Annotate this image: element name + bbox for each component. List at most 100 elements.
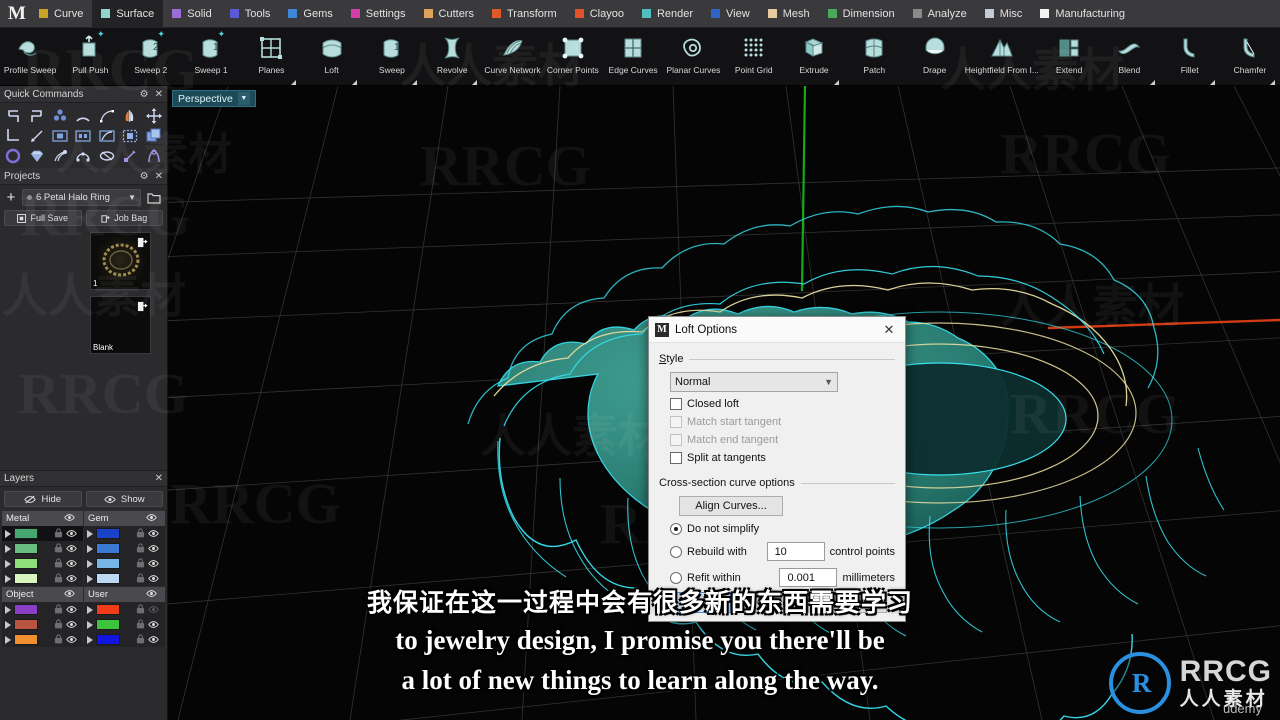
layer-color-swatch[interactable] <box>14 604 38 615</box>
flyout-arrow-icon[interactable] <box>834 80 840 85</box>
expand-arrow-icon[interactable] <box>5 620 11 629</box>
layer-color-swatch[interactable] <box>96 543 120 554</box>
chevron-down-icon[interactable]: ▼ <box>237 92 250 105</box>
numeric-input[interactable]: 0.001 <box>779 568 838 587</box>
ribbon-button-heightfield-from-i[interactable]: Heightfield From I... <box>965 28 1039 86</box>
ribbon-button-corner-points[interactable]: Corner Points <box>543 28 603 86</box>
expand-arrow-icon[interactable] <box>5 574 11 583</box>
dialog-title-bar[interactable]: M Loft Options ✕ <box>649 317 905 343</box>
close-icon[interactable]: ✕ <box>155 89 163 100</box>
lock-icon[interactable] <box>129 588 138 601</box>
radio-rebuild-with[interactable]: Rebuild with 10 control points <box>670 542 895 561</box>
menu-tab-curve[interactable]: Curve <box>30 0 92 28</box>
move-icon[interactable] <box>143 106 165 125</box>
shank-icon[interactable] <box>143 146 165 165</box>
lock-icon[interactable] <box>47 588 56 601</box>
flyout-arrow-icon[interactable] <box>351 80 357 85</box>
gem-icon[interactable] <box>25 146 47 165</box>
job-bag-button[interactable]: Job Bag <box>85 210 163 226</box>
eye-icon[interactable] <box>66 631 77 649</box>
menu-tab-mesh[interactable]: Mesh <box>759 0 819 28</box>
layer-row[interactable] <box>2 632 83 647</box>
layer-row[interactable] <box>84 632 165 647</box>
checkbox-split-at-tangents[interactable]: Split at tangents <box>670 452 895 464</box>
array-gem-icon[interactable] <box>72 126 94 145</box>
ribbon-button-revolve[interactable]: Revolve <box>422 28 482 86</box>
menu-tab-dimension[interactable]: Dimension <box>819 0 904 28</box>
ribbon-button-profile-sweep[interactable]: Profile Sweep <box>0 28 60 86</box>
expand-arrow-icon[interactable] <box>87 635 93 644</box>
radio-do-not-simplify[interactable]: Do not simplify <box>670 523 895 535</box>
ribbon-button-sweep[interactable]: 1 Sweep <box>362 28 422 86</box>
bezel-icon[interactable] <box>96 146 118 165</box>
ribbon-button-drape[interactable]: Drape <box>904 28 964 86</box>
loft-options-dialog[interactable]: M Loft Options ✕ Style Normal ▼ Closed l… <box>648 316 906 622</box>
layer-color-swatch[interactable] <box>96 619 120 630</box>
sparkle-icon[interactable] <box>119 146 141 165</box>
menu-tab-tools[interactable]: Tools <box>221 0 280 28</box>
cancel-button[interactable]: Cancel <box>739 592 809 613</box>
array-linear-icon[interactable] <box>49 126 71 145</box>
layer-color-swatch[interactable] <box>14 528 38 539</box>
eye-icon[interactable] <box>148 631 159 649</box>
ribbon-button-blend[interactable]: Blend <box>1099 28 1159 86</box>
eye-icon[interactable] <box>146 513 157 525</box>
menu-tab-solid[interactable]: Solid <box>163 0 220 28</box>
ribbon-button-point-grid[interactable]: Point Grid <box>724 28 784 86</box>
radio-refit-within[interactable]: Refit within 0.001 millimeters <box>670 568 895 587</box>
list-item[interactable]: 1 <box>90 232 151 290</box>
close-icon[interactable]: ✕ <box>155 171 163 182</box>
flyout-arrow-icon[interactable] <box>1209 80 1215 85</box>
ring-icon[interactable] <box>2 146 24 165</box>
ribbon-button-planes[interactable]: Planes <box>241 28 301 86</box>
flyout-arrow-icon[interactable] <box>472 80 478 85</box>
project-dropdown[interactable]: 6 Petal Halo Ring ▼ <box>22 189 141 206</box>
menu-tab-view[interactable]: View <box>702 0 759 28</box>
eye-icon[interactable] <box>148 570 159 588</box>
expand-arrow-icon[interactable] <box>5 544 11 553</box>
menu-tab-manufacturing[interactable]: Manufacturing <box>1031 0 1134 28</box>
layer-color-swatch[interactable] <box>14 634 38 645</box>
lock-icon[interactable] <box>54 570 63 588</box>
redo-icon[interactable] <box>25 106 47 125</box>
layer-color-swatch[interactable] <box>96 558 120 569</box>
lock-icon[interactable] <box>136 631 145 649</box>
flyout-arrow-icon[interactable] <box>291 80 297 85</box>
close-icon[interactable]: ✕ <box>155 473 163 484</box>
layer-color-swatch[interactable] <box>14 543 38 554</box>
checkbox-box[interactable] <box>670 398 682 410</box>
show-button[interactable]: Show <box>85 491 163 507</box>
close-icon[interactable]: ✕ <box>879 322 899 338</box>
undo-icon[interactable] <box>2 106 24 125</box>
menu-tab-cutters[interactable]: Cutters <box>415 0 483 28</box>
layer-color-swatch[interactable] <box>14 619 38 630</box>
corner-icon[interactable] <box>2 126 24 145</box>
gear-icon[interactable]: ⚙ <box>140 89 149 100</box>
eye-icon[interactable] <box>146 589 157 601</box>
flow-icon[interactable] <box>96 126 118 145</box>
menu-tab-gems[interactable]: Gems <box>279 0 341 28</box>
radio-button[interactable] <box>670 545 682 558</box>
prong-icon[interactable] <box>49 146 71 165</box>
menu-tab-surface[interactable]: Surface <box>92 0 164 28</box>
ribbon-button-fillet[interactable]: Fillet <box>1160 28 1220 86</box>
radio-button[interactable] <box>670 571 682 584</box>
menu-tab-misc[interactable]: Misc <box>976 0 1032 28</box>
mirror-icon[interactable] <box>119 106 141 125</box>
lock-icon[interactable] <box>136 570 145 588</box>
ribbon-button-sweep-2[interactable]: 2 Sweep 2 ✦ <box>121 28 181 86</box>
ribbon-button-extrude[interactable]: Extrude <box>784 28 844 86</box>
ok-button[interactable]: OK <box>661 592 731 613</box>
head-icon[interactable] <box>72 146 94 165</box>
folder-icon[interactable] <box>145 189 163 206</box>
layer-color-swatch[interactable] <box>96 528 120 539</box>
curve-points-icon[interactable] <box>96 106 118 125</box>
viewport-label[interactable]: Perspective ▼ <box>172 90 256 107</box>
menu-tab-analyze[interactable]: Analyze <box>904 0 976 28</box>
expand-arrow-icon[interactable] <box>87 605 93 614</box>
ribbon-button-planar-curves[interactable]: Planar Curves <box>663 28 723 86</box>
layer-color-swatch[interactable] <box>96 604 120 615</box>
full-save-button[interactable]: Full Save <box>4 210 82 226</box>
lock-icon[interactable] <box>47 512 56 525</box>
ribbon-button-patch[interactable]: Patch <box>844 28 904 86</box>
